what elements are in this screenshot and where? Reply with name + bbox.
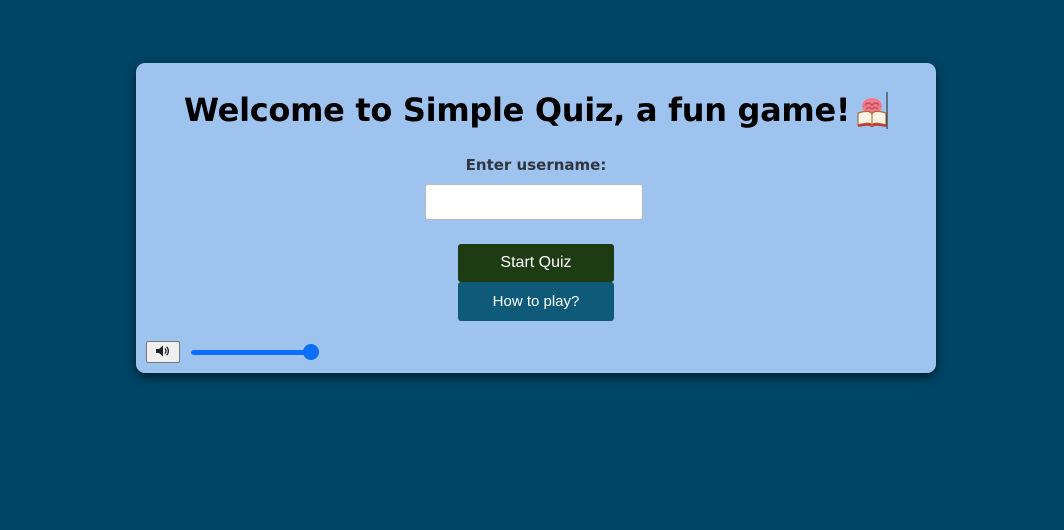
quiz-card: Welcome to Simple Quiz, a fun game! Ente… (136, 63, 936, 373)
start-quiz-button[interactable]: Start Quiz (458, 244, 614, 282)
page-title: Welcome to Simple Quiz, a fun game! (136, 91, 936, 129)
username-label: Enter username: (465, 156, 607, 174)
volume-slider[interactable] (191, 344, 319, 360)
title-text: Welcome to Simple Quiz, a fun game! (183, 91, 851, 129)
volume-slider-thumb[interactable] (303, 344, 319, 360)
sound-toggle-button[interactable] (146, 341, 180, 363)
speaker-icon (155, 344, 171, 361)
book-brain-icon (856, 91, 888, 129)
how-to-play-button[interactable]: How to play? (458, 282, 614, 321)
username-input[interactable] (425, 184, 643, 220)
volume-slider-fill (191, 350, 311, 355)
